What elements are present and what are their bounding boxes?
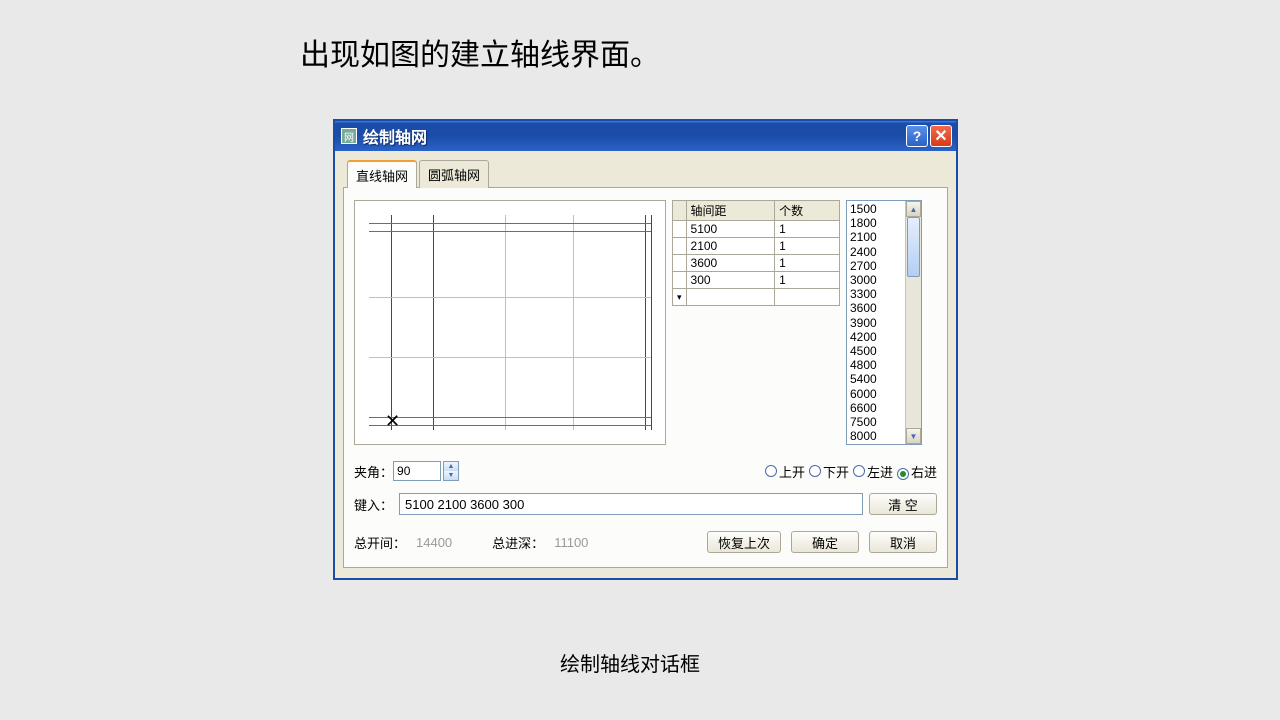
spacing-listbox[interactable]: 1500180021002400270030003300360039004200… (846, 200, 922, 445)
table-row-empty[interactable]: ▾ (673, 289, 840, 306)
window-title: 绘制轴网 (363, 124, 904, 148)
cancel-button[interactable]: 取消 (869, 531, 937, 553)
list-item[interactable]: 4200 (850, 330, 902, 344)
list-item[interactable]: 2400 (850, 245, 902, 259)
titlebar[interactable]: 网 绘制轴网 ? ✕ (335, 121, 956, 151)
spin-down-icon[interactable]: ▼ (444, 471, 458, 480)
list-item[interactable]: 3900 (850, 316, 902, 330)
key-input-label: 键入： (354, 495, 393, 514)
col-spacing-header: 轴间距 (686, 201, 775, 221)
table-row[interactable]: 3600 1 (673, 255, 840, 272)
scroll-thumb[interactable] (907, 217, 920, 277)
total-depth-value: 11100 (554, 535, 588, 550)
list-item[interactable]: 4800 (850, 358, 902, 372)
dropdown-arrow-icon[interactable]: ▾ (673, 289, 687, 306)
tab-straight-axis[interactable]: 直线轴网 (347, 160, 417, 188)
page-caption: 绘制轴线对话框 (560, 648, 700, 677)
list-item[interactable]: 6600 (850, 401, 902, 415)
list-item[interactable]: 1800 (850, 216, 902, 230)
axis-table-container: 轴间距 个数 5100 1 2100 1 (672, 200, 840, 445)
tab-panel: ✕ 轴间距 个数 5100 1 (343, 188, 948, 568)
tabs: 直线轴网 圆弧轴网 (343, 159, 948, 188)
list-item[interactable]: 8000 (850, 429, 902, 443)
list-item[interactable]: 3600 (850, 301, 902, 315)
tab-arc-axis[interactable]: 圆弧轴网 (419, 160, 489, 188)
list-item[interactable]: 6000 (850, 387, 902, 401)
list-item[interactable]: 5400 (850, 372, 902, 386)
page-heading: 出现如图的建立轴线界面。 (300, 30, 660, 74)
radio-down[interactable]: 下开 (809, 462, 849, 481)
clear-button[interactable]: 清 空 (869, 493, 937, 515)
origin-mark-icon: ✕ (385, 416, 400, 426)
app-icon: 网 (341, 128, 357, 144)
close-button[interactable]: ✕ (930, 125, 952, 147)
total-open-label: 总开间： (354, 533, 406, 552)
list-item[interactable]: 1500 (850, 202, 902, 216)
angle-input[interactable] (393, 461, 441, 481)
angle-spinner[interactable]: ▲ ▼ (443, 461, 459, 481)
key-input[interactable] (399, 493, 863, 515)
scroll-down-icon[interactable]: ▼ (906, 428, 921, 444)
total-open-value: 14400 (416, 535, 452, 550)
list-item[interactable]: 7500 (850, 415, 902, 429)
radio-right[interactable]: 右进 (897, 462, 937, 481)
table-corner (673, 201, 687, 221)
restore-button[interactable]: 恢复上次 (707, 531, 781, 553)
table-row[interactable]: 300 1 (673, 272, 840, 289)
ok-button[interactable]: 确定 (791, 531, 859, 553)
help-button[interactable]: ? (906, 125, 928, 147)
table-row[interactable]: 5100 1 (673, 221, 840, 238)
spin-up-icon[interactable]: ▲ (444, 462, 458, 471)
axis-table[interactable]: 轴间距 个数 5100 1 2100 1 (672, 200, 840, 306)
radio-up[interactable]: 上开 (765, 462, 805, 481)
grid-preview: ✕ (354, 200, 666, 445)
list-item[interactable]: 2100 (850, 230, 902, 244)
angle-label: 夹角： (354, 462, 393, 481)
list-item[interactable]: 3000 (850, 273, 902, 287)
list-item[interactable]: 4500 (850, 344, 902, 358)
radio-left[interactable]: 左进 (853, 462, 893, 481)
list-item[interactable]: 2700 (850, 259, 902, 273)
list-item[interactable]: 3300 (850, 287, 902, 301)
table-row[interactable]: 2100 1 (673, 238, 840, 255)
axis-dialog: 网 绘制轴网 ? ✕ 直线轴网 圆弧轴网 (334, 120, 957, 579)
col-count-header: 个数 (775, 201, 840, 221)
total-depth-label: 总进深： (492, 533, 544, 552)
scrollbar[interactable]: ▲ ▼ (905, 201, 921, 444)
direction-radios: 上开 下开 左进 右进 (765, 462, 937, 481)
scroll-up-icon[interactable]: ▲ (906, 201, 921, 217)
